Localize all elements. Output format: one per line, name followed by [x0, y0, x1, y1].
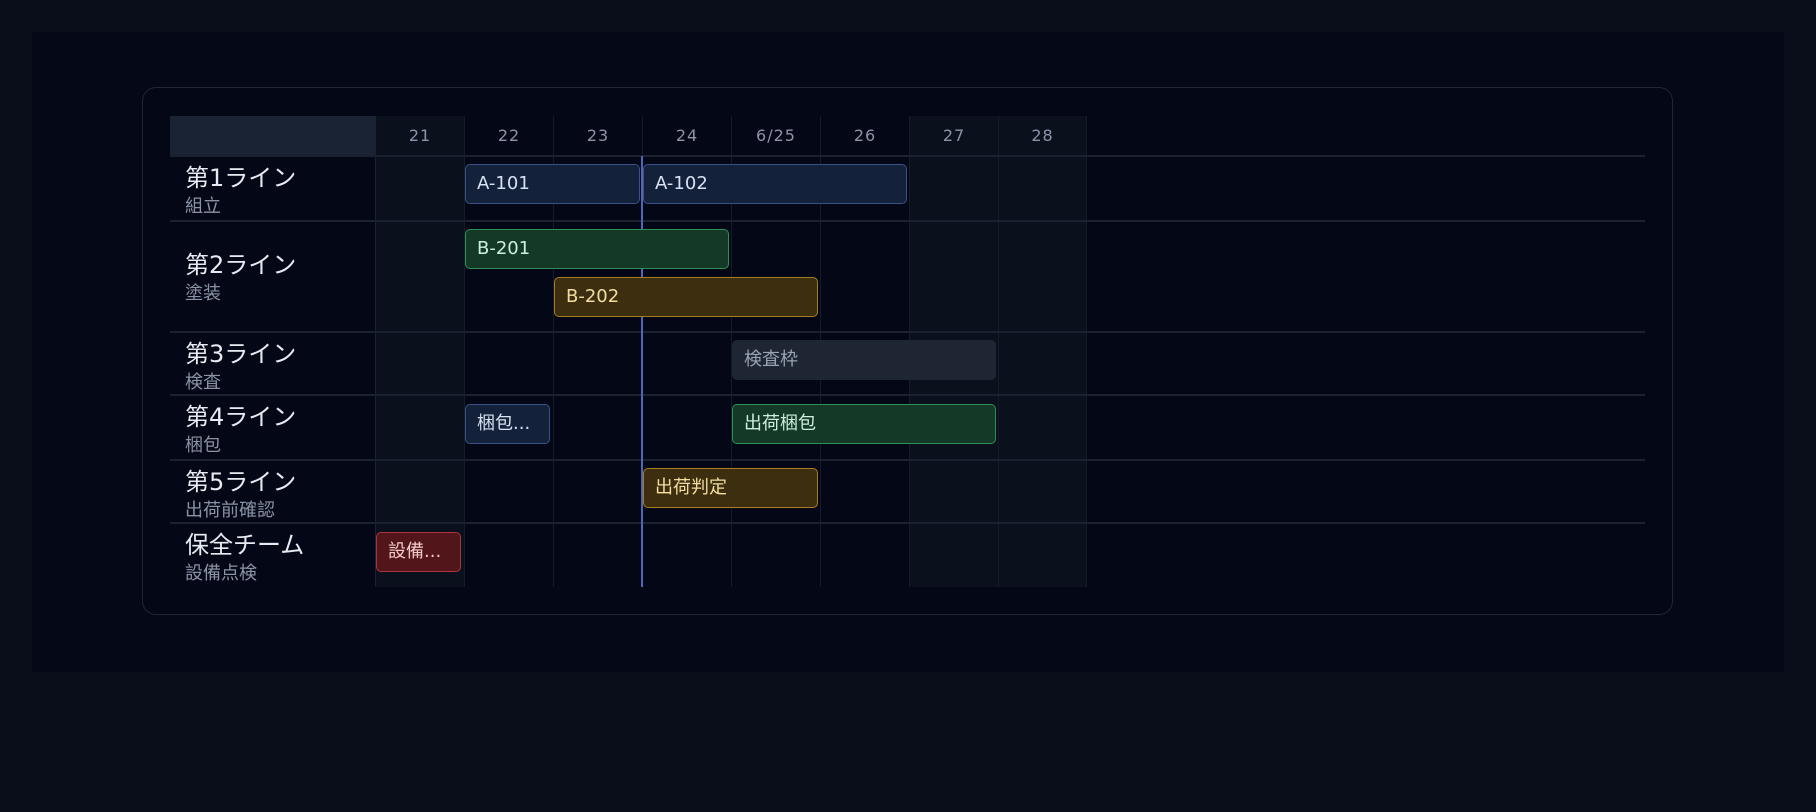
day-column-weekend: 28 [998, 116, 1087, 587]
row-name: 第1ライン [185, 164, 297, 192]
row-name: 保全チーム [185, 531, 305, 559]
day-column: 21 [375, 116, 464, 587]
task-bar[interactable]: 出荷判定 [643, 468, 818, 508]
row-divider [170, 522, 1645, 524]
row-name: 第4ライン [185, 403, 297, 431]
row-divider [170, 155, 1645, 157]
task-bar[interactable]: B-202 [554, 277, 818, 317]
row-divider [170, 331, 1645, 333]
task-bar[interactable]: A-101 [465, 164, 640, 204]
today-indicator-line [641, 156, 643, 587]
day-header: 6/25 [756, 126, 796, 145]
day-header: 24 [675, 126, 699, 145]
task-bar[interactable]: B-201 [465, 229, 729, 269]
row-subtitle: 設備点検 [185, 563, 257, 584]
task-bar[interactable]: 設備... [376, 532, 461, 572]
day-header: 26 [853, 126, 877, 145]
row-name: 第2ライン [185, 251, 297, 279]
task-bar[interactable]: 出荷梱包 [732, 404, 996, 444]
row-divider [170, 459, 1645, 461]
row-subtitle: 出荷前確認 [185, 500, 275, 521]
day-header: 28 [1031, 126, 1054, 145]
row-subtitle: 検査 [185, 372, 221, 393]
gantt-grid: 21 22 23 24 6/25 26 27 28 第1ライン 組立 第2ライン… [170, 116, 1645, 587]
day-header: 21 [408, 126, 432, 145]
row-subtitle: 塗装 [185, 283, 221, 304]
day-header: 23 [586, 126, 610, 145]
row-name: 第3ライン [185, 340, 297, 368]
row-name: 第5ライン [185, 468, 297, 496]
task-bar[interactable]: A-102 [643, 164, 907, 204]
day-header: 27 [942, 126, 966, 145]
row-subtitle: 組立 [185, 196, 221, 217]
row-divider [170, 394, 1645, 396]
task-bar[interactable]: 梱包... [465, 404, 550, 444]
header-corner-cell [170, 116, 375, 156]
row-subtitle: 梱包 [185, 435, 221, 456]
task-bar[interactable]: 検査枠 [732, 340, 996, 380]
row-divider [170, 220, 1645, 222]
day-header: 22 [497, 126, 521, 145]
